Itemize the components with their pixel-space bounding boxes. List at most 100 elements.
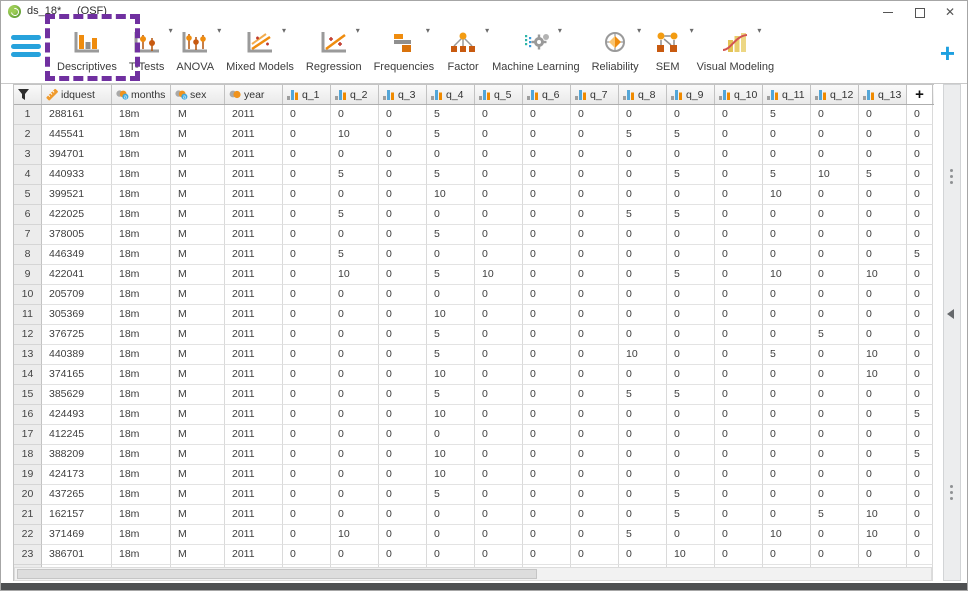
- table-cell[interactable]: 0: [523, 545, 571, 565]
- table-cell[interactable]: 18m: [112, 405, 171, 425]
- table-cell[interactable]: 0: [763, 305, 811, 325]
- table-cell[interactable]: 0: [283, 445, 331, 465]
- table-cell[interactable]: 10: [331, 125, 379, 145]
- table-cell[interactable]: 18m: [112, 365, 171, 385]
- table-cell[interactable]: 0: [523, 305, 571, 325]
- table-cell[interactable]: 0: [667, 145, 715, 165]
- column-header-q-4[interactable]: q_4: [427, 85, 475, 104]
- table-cell[interactable]: 0: [763, 545, 811, 565]
- table-cell[interactable]: 10: [859, 525, 907, 545]
- table-cell[interactable]: 0: [283, 285, 331, 305]
- table-cell[interactable]: 0: [427, 525, 475, 545]
- table-cell[interactable]: 0: [283, 525, 331, 545]
- table-cell[interactable]: 2011: [225, 405, 283, 425]
- table-cell[interactable]: 18m: [112, 525, 171, 545]
- table-cell[interactable]: M: [171, 145, 225, 165]
- row-number[interactable]: 18: [14, 445, 42, 465]
- table-cell[interactable]: 0: [475, 125, 523, 145]
- table-cell[interactable]: 5: [427, 325, 475, 345]
- table-cell[interactable]: 18m: [112, 205, 171, 225]
- table-cell[interactable]: M: [171, 185, 225, 205]
- table-cell[interactable]: 0: [907, 145, 933, 165]
- table-cell[interactable]: 0: [859, 465, 907, 485]
- horizontal-scrollbar-thumb[interactable]: [17, 569, 537, 579]
- table-cell[interactable]: 0: [379, 505, 427, 525]
- table-cell[interactable]: 10: [475, 265, 523, 285]
- table-cell[interactable]: 10: [763, 185, 811, 205]
- column-header-q-10[interactable]: q_10: [715, 85, 763, 104]
- table-cell[interactable]: 0: [715, 145, 763, 165]
- table-cell[interactable]: 205709: [42, 285, 112, 305]
- table-cell[interactable]: 0: [619, 425, 667, 445]
- table-cell[interactable]: 0: [715, 525, 763, 545]
- table-cell[interactable]: 0: [859, 445, 907, 465]
- table-cell[interactable]: 0: [619, 405, 667, 425]
- table-cell[interactable]: 0: [763, 225, 811, 245]
- table-cell[interactable]: 0: [859, 185, 907, 205]
- table-cell[interactable]: 0: [379, 485, 427, 505]
- ribbon-button-regression[interactable]: ▾ Regression: [300, 26, 368, 73]
- table-cell[interactable]: 0: [859, 405, 907, 425]
- table-cell[interactable]: 5: [619, 385, 667, 405]
- ribbon-button-anova[interactable]: ▾ ANOVA: [170, 26, 221, 73]
- row-number[interactable]: 15: [14, 385, 42, 405]
- table-cell[interactable]: 0: [907, 385, 933, 405]
- table-cell[interactable]: 0: [523, 525, 571, 545]
- table-cell[interactable]: 0: [571, 485, 619, 505]
- table-cell[interactable]: 0: [379, 365, 427, 385]
- table-cell[interactable]: M: [171, 445, 225, 465]
- table-cell[interactable]: 0: [715, 105, 763, 125]
- table-cell[interactable]: 18m: [112, 485, 171, 505]
- table-cell[interactable]: 0: [475, 305, 523, 325]
- table-cell[interactable]: 0: [427, 145, 475, 165]
- table-cell[interactable]: 10: [619, 345, 667, 365]
- table-cell[interactable]: 0: [763, 505, 811, 525]
- table-cell[interactable]: 0: [667, 525, 715, 545]
- table-cell[interactable]: 2011: [225, 545, 283, 565]
- table-cell[interactable]: M: [171, 225, 225, 245]
- table-cell[interactable]: 5: [667, 385, 715, 405]
- table-cell[interactable]: 0: [763, 385, 811, 405]
- table-cell[interactable]: M: [171, 325, 225, 345]
- table-cell[interactable]: 2011: [225, 425, 283, 445]
- table-cell[interactable]: 0: [379, 285, 427, 305]
- table-cell[interactable]: 2011: [225, 485, 283, 505]
- table-cell[interactable]: 5: [427, 225, 475, 245]
- column-header-q-9[interactable]: q_9: [667, 85, 715, 104]
- row-number[interactable]: 4: [14, 165, 42, 185]
- table-cell[interactable]: 0: [379, 305, 427, 325]
- table-cell[interactable]: 0: [475, 245, 523, 265]
- table-cell[interactable]: 424493: [42, 405, 112, 425]
- table-cell[interactable]: 0: [571, 505, 619, 525]
- table-cell[interactable]: 0: [811, 425, 859, 445]
- table-cell[interactable]: 0: [571, 545, 619, 565]
- table-cell[interactable]: M: [171, 285, 225, 305]
- table-cell[interactable]: 0: [811, 385, 859, 405]
- table-cell[interactable]: 0: [571, 145, 619, 165]
- table-cell[interactable]: 0: [475, 225, 523, 245]
- collapse-left-arrow-icon[interactable]: [947, 309, 954, 319]
- table-cell[interactable]: 0: [475, 165, 523, 185]
- table-cell[interactable]: 0: [475, 385, 523, 405]
- table-cell[interactable]: 2011: [225, 385, 283, 405]
- table-cell[interactable]: 0: [331, 325, 379, 345]
- table-cell[interactable]: 0: [907, 465, 933, 485]
- table-cell[interactable]: 0: [619, 445, 667, 465]
- table-cell[interactable]: 0: [427, 505, 475, 525]
- table-cell[interactable]: 0: [571, 325, 619, 345]
- table-cell[interactable]: 0: [475, 485, 523, 505]
- table-cell[interactable]: 0: [379, 385, 427, 405]
- table-cell[interactable]: M: [171, 525, 225, 545]
- table-cell[interactable]: 2011: [225, 105, 283, 125]
- table-cell[interactable]: 0: [475, 365, 523, 385]
- table-cell[interactable]: 385629: [42, 385, 112, 405]
- table-cell[interactable]: 5: [427, 165, 475, 185]
- table-cell[interactable]: 0: [331, 305, 379, 325]
- row-number[interactable]: 13: [14, 345, 42, 365]
- table-cell[interactable]: 18m: [112, 185, 171, 205]
- table-cell[interactable]: 0: [379, 425, 427, 445]
- table-cell[interactable]: 0: [331, 225, 379, 245]
- table-cell[interactable]: 0: [715, 345, 763, 365]
- table-cell[interactable]: 440389: [42, 345, 112, 365]
- table-cell[interactable]: 0: [283, 165, 331, 185]
